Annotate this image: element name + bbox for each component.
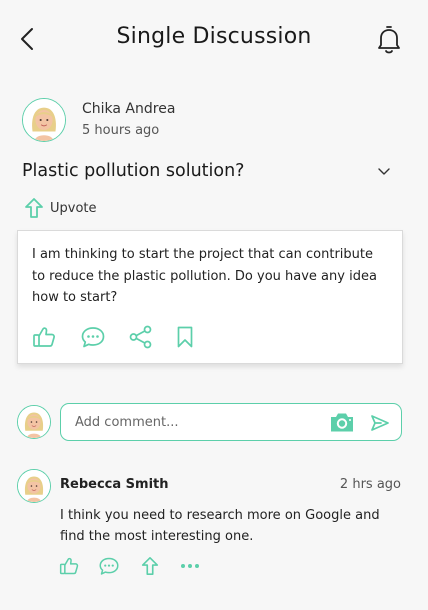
reply-like-icon[interactable]	[58, 556, 80, 576]
more-dots-icon[interactable]	[179, 556, 201, 576]
post-body: I am thinking to start the project that …	[32, 247, 377, 305]
reply-timestamp: 2 hrs ago	[339, 477, 401, 492]
camera-icon[interactable]	[329, 410, 355, 434]
upvote-button[interactable]: Upvote	[24, 197, 97, 219]
comment-icon[interactable]	[80, 324, 106, 350]
reply-comment-icon[interactable]	[98, 556, 120, 576]
post-timestamp: 5 hours ago	[82, 123, 160, 138]
share-icon[interactable]	[128, 324, 154, 350]
upvote-label: Upvote	[50, 200, 97, 216]
discussion-title: Plastic pollution solution?	[22, 161, 245, 181]
send-icon[interactable]	[369, 412, 391, 434]
reply-body: I think you need to research more on Goo…	[60, 508, 380, 544]
bell-icon[interactable]	[372, 22, 406, 56]
current-user-avatar	[17, 405, 51, 439]
upvote-arrow-icon	[25, 198, 43, 218]
chevron-down-icon[interactable]	[376, 164, 392, 178]
bookmark-icon[interactable]	[172, 324, 198, 350]
reply-upvote-icon[interactable]	[139, 556, 161, 576]
thumbs-up-icon[interactable]	[31, 324, 57, 350]
author-avatar[interactable]	[22, 98, 66, 142]
author-name[interactable]: Chika Andrea	[82, 101, 175, 117]
comment-input[interactable]	[75, 414, 315, 430]
page-title: Single Discussion	[116, 24, 312, 49]
